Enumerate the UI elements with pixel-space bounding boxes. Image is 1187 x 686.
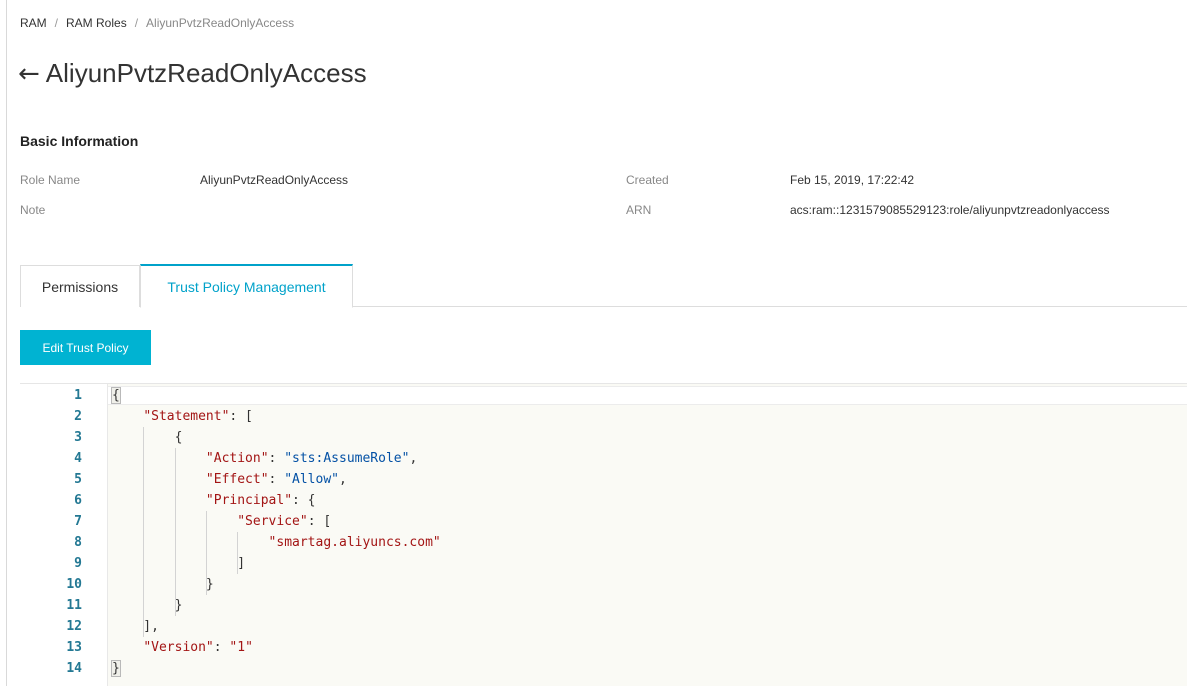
json-key: "Principal"	[205, 493, 293, 508]
created-label: Created	[626, 173, 669, 187]
code-text: "Version": "1"	[112, 637, 253, 658]
line-number: 4	[74, 451, 82, 466]
json-key: "Action"	[205, 451, 269, 466]
trust-policy-code-editor[interactable]: 1{2 "Statement": [3 {4 "Action": "sts:As…	[20, 383, 1187, 686]
json-punctuation	[112, 514, 237, 529]
code-text: "smartag.aliyuncs.com"	[112, 532, 441, 553]
json-string: "Allow"	[284, 472, 339, 487]
json-key: "smartag.aliyuncs.com"	[268, 535, 441, 550]
code-text: "Statement": [	[112, 406, 253, 427]
json-punctuation: }	[112, 577, 214, 592]
code-line: 10 }	[20, 574, 1187, 595]
code-text: "Action": "sts:AssumeRole",	[112, 448, 417, 469]
role-name-value: AliyunPvtzReadOnlyAccess	[200, 173, 349, 187]
code-line: 14}	[20, 658, 1187, 679]
json-punctuation: {	[111, 387, 121, 404]
breadcrumb-current-role: AliyunPvtzReadOnlyAccess	[146, 16, 295, 30]
code-line: 3 {	[20, 427, 1187, 448]
line-number: 9	[74, 556, 82, 571]
json-punctuation: }	[111, 660, 121, 677]
code-text: {	[111, 385, 121, 406]
edit-trust-policy-button[interactable]: Edit Trust Policy	[20, 330, 151, 365]
tab-trust-policy-management[interactable]: Trust Policy Management	[140, 264, 353, 308]
code-line: 1{	[20, 385, 1187, 406]
line-number: 2	[74, 409, 82, 424]
json-punctuation: :	[268, 451, 285, 466]
line-number: 14	[66, 661, 82, 676]
json-punctuation: {	[112, 430, 183, 445]
json-punctuation: : [	[307, 514, 332, 529]
code-text: "Effect": "Allow",	[112, 469, 347, 490]
code-line: 12 ],	[20, 616, 1187, 637]
arn-label: ARN	[626, 203, 652, 217]
code-line: 5 "Effect": "Allow",	[20, 469, 1187, 490]
json-punctuation	[112, 535, 269, 550]
code-line: 9 ]	[20, 553, 1187, 574]
tab-permissions[interactable]: Permissions	[20, 265, 140, 307]
code-line: 8 "smartag.aliyuncs.com"	[20, 532, 1187, 553]
breadcrumb: RAM / RAM Roles / AliyunPvtzReadOnlyAccess	[20, 16, 294, 30]
code-line: 6 "Principal": {	[20, 490, 1187, 511]
line-number: 3	[74, 430, 82, 445]
line-number: 6	[74, 493, 82, 508]
json-punctuation: ]	[112, 556, 246, 571]
code-line: 2 "Statement": [	[20, 406, 1187, 427]
code-text: {	[112, 427, 183, 448]
code-text: ]	[112, 553, 245, 574]
json-punctuation	[112, 451, 206, 466]
left-arrow-icon[interactable]: ←	[18, 61, 40, 87]
line-number: 10	[66, 577, 82, 592]
code-text: ],	[112, 616, 159, 637]
code-line: 13 "Version": "1"	[20, 637, 1187, 658]
json-punctuation: :	[268, 472, 285, 487]
json-punctuation: ,	[409, 451, 418, 466]
code-line: 7 "Service": [	[20, 511, 1187, 532]
code-text: }	[112, 574, 214, 595]
json-string: "sts:AssumeRole"	[284, 451, 410, 466]
line-number: 5	[74, 472, 82, 487]
json-key: "Version"	[143, 640, 214, 655]
code-text: }	[112, 595, 183, 616]
breadcrumb-separator: /	[134, 16, 139, 30]
line-number: 1	[74, 388, 82, 403]
arn-value: acs:ram::1231579085529123:role/aliyunpvt…	[790, 203, 1110, 217]
code-line: 4 "Action": "sts:AssumeRole",	[20, 448, 1187, 469]
line-number: 8	[74, 535, 82, 550]
line-number: 12	[66, 619, 82, 634]
json-punctuation	[112, 493, 206, 508]
breadcrumb-ram[interactable]: RAM	[20, 16, 47, 30]
left-panel-edge	[0, 0, 7, 686]
line-number: 7	[74, 514, 82, 529]
json-punctuation	[112, 409, 143, 424]
page-title: AliyunPvtzReadOnlyAccess	[45, 58, 367, 88]
breadcrumb-ram-roles[interactable]: RAM Roles	[66, 16, 127, 30]
code-text: }	[111, 658, 121, 679]
json-punctuation: :	[213, 640, 230, 655]
tab-bar: Permissions Trust Policy Management	[20, 264, 1187, 308]
role-name-label: Role Name	[20, 173, 81, 187]
json-key: "Effect"	[205, 472, 269, 487]
json-punctuation: : {	[292, 493, 316, 508]
json-key: "1"	[229, 640, 253, 655]
json-punctuation: ,	[339, 472, 347, 487]
json-punctuation: ],	[112, 619, 159, 634]
line-number: 13	[66, 640, 82, 655]
page-header: ← AliyunPvtzReadOnlyAccess	[18, 58, 367, 89]
json-punctuation	[112, 640, 143, 655]
code-line: 11 }	[20, 595, 1187, 616]
basic-information-heading: Basic Information	[20, 133, 139, 149]
json-punctuation	[112, 472, 206, 487]
code-text: "Service": [	[112, 511, 331, 532]
json-punctuation: }	[112, 598, 183, 613]
note-label: Note	[20, 203, 46, 217]
code-text: "Principal": {	[112, 490, 316, 511]
json-punctuation: : [	[229, 409, 253, 424]
json-key: "Statement"	[143, 409, 230, 424]
json-key: "Service"	[237, 514, 308, 529]
breadcrumb-separator: /	[54, 16, 59, 30]
line-number: 11	[66, 598, 82, 613]
created-value: Feb 15, 2019, 17:22:42	[790, 173, 915, 187]
